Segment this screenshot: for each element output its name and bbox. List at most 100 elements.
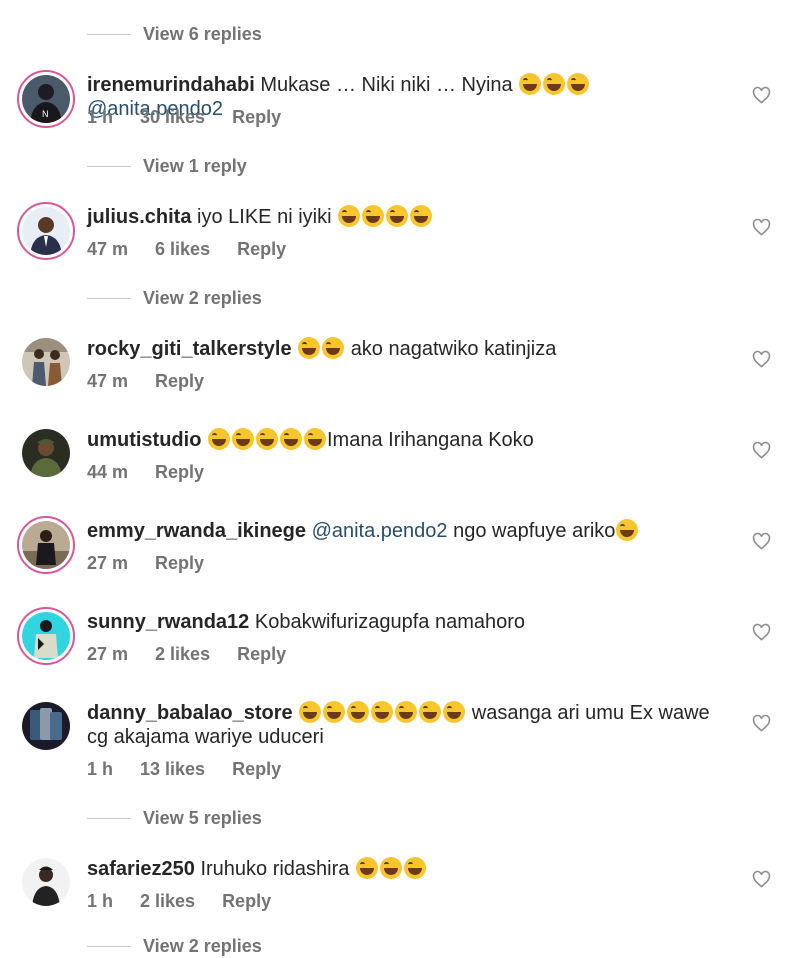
view-replies-label: View 5 replies: [143, 807, 262, 828]
laughing-emoji-icon: [338, 205, 361, 227]
laughing-emoji-icon: [371, 701, 394, 723]
avatar[interactable]: [17, 516, 75, 574]
comment-body: Iruhuko ridashira: [200, 858, 350, 880]
laughing-emoji-icon: [419, 701, 442, 723]
comment-time: 1 h: [87, 890, 114, 911]
comment-body: Imana Irihangana Koko: [327, 429, 534, 451]
comment-username[interactable]: sunny_rwanda12: [87, 611, 249, 633]
reply-button[interactable]: Reply: [237, 644, 286, 665]
laughing-emoji-icon: [355, 857, 378, 879]
reply-button[interactable]: Reply: [155, 553, 204, 574]
comment-meta: 1 h 13 likes Reply: [87, 757, 281, 781]
reply-button[interactable]: Reply: [222, 891, 271, 912]
comment-time: 1 h: [87, 758, 114, 779]
laughing-emoji-icon: [519, 73, 542, 95]
laughing-emoji-icon: [299, 701, 322, 723]
laughing-emoji-icon: [386, 205, 409, 227]
reply-button[interactable]: Reply: [232, 107, 281, 128]
comment-meta: 44 m Reply: [87, 460, 204, 484]
heart-icon[interactable]: [752, 86, 771, 105]
comment-time: 44 m: [87, 461, 129, 482]
comment-time: 47 m: [87, 370, 129, 391]
comment-text: emmy_rwanda_ikinege @anita.pendo2 ngo wa…: [87, 519, 727, 543]
view-replies-label: View 1 reply: [143, 155, 247, 176]
comment-meta: 47 m 6 likes Reply: [87, 237, 286, 261]
comment-body: ngo wapfuye ariko: [453, 520, 616, 542]
view-replies-button[interactable]: View 5 replies: [87, 806, 262, 830]
comment-meta: 1 h 30 likes Reply: [87, 105, 281, 129]
laughing-emoji-icon: [543, 73, 566, 95]
comment-text: danny_babalao_store wasanga ari umu Ex w…: [87, 701, 727, 749]
comment-body: ako nagatwiko katinjiza: [350, 338, 557, 360]
comment-likes[interactable]: 30 likes: [140, 107, 205, 128]
comment-username[interactable]: danny_babalao_store: [87, 702, 293, 724]
avatar[interactable]: [22, 702, 70, 750]
heart-icon[interactable]: [752, 350, 771, 369]
view-replies-button[interactable]: View 2 replies: [87, 934, 262, 958]
laughing-emoji-icon: [347, 701, 370, 723]
view-replies-label: View 2 replies: [143, 287, 262, 308]
laughing-emoji-icon: [280, 428, 302, 450]
reply-button[interactable]: Reply: [232, 759, 281, 780]
comment-body: Kobakwifurizagupfa namahoro: [254, 611, 526, 633]
reply-divider-line: [87, 33, 131, 35]
laughing-emoji-icon: [443, 701, 466, 723]
view-replies-button[interactable]: View 1 reply: [87, 154, 247, 178]
comment-username[interactable]: safariez250: [87, 858, 195, 880]
laughing-emoji-icon: [567, 73, 590, 95]
comment-username[interactable]: julius.chita: [87, 206, 191, 228]
laughing-emoji-icon: [395, 701, 418, 723]
heart-icon[interactable]: [752, 441, 771, 460]
laughing-emoji-icon: [208, 428, 230, 450]
laughing-emoji-icon: [362, 205, 385, 227]
svg-text:N: N: [42, 109, 49, 119]
laughing-emoji-icon: [304, 428, 326, 450]
comment-meta: 1 h 2 likes Reply: [87, 889, 271, 913]
comment-username[interactable]: emmy_rwanda_ikinege: [87, 520, 306, 542]
heart-icon[interactable]: [752, 714, 771, 733]
view-replies-button[interactable]: View 2 replies: [87, 286, 262, 310]
laughing-emoji-icon: [379, 857, 402, 879]
avatar[interactable]: [22, 429, 70, 477]
reply-divider-line: [87, 817, 131, 819]
laughing-emoji-icon: [616, 519, 639, 541]
laughing-emoji-icon: [410, 205, 433, 227]
reply-button[interactable]: Reply: [237, 239, 286, 260]
view-replies-label: View 6 replies: [143, 23, 262, 44]
mention-link[interactable]: @anita.pendo2: [312, 520, 448, 542]
heart-icon[interactable]: [752, 532, 771, 551]
laughing-emoji-icon: [403, 857, 426, 879]
comment-likes[interactable]: 2 likes: [140, 891, 195, 912]
avatar[interactable]: [17, 607, 75, 665]
comment-likes[interactable]: 2 likes: [155, 644, 210, 665]
comment-likes[interactable]: 6 likes: [155, 239, 210, 260]
heart-icon[interactable]: [752, 218, 771, 237]
comment-body: iyo LIKE ni iyiki: [197, 206, 332, 228]
laughing-emoji-icon: [322, 337, 345, 359]
laughing-emoji-icon: [298, 337, 321, 359]
comment-username[interactable]: rocky_giti_talkerstyle: [87, 338, 292, 360]
laughing-emoji-icon: [232, 428, 254, 450]
comment-text: umutistudio Imana Irihangana Koko: [87, 428, 727, 452]
reply-button[interactable]: Reply: [155, 462, 204, 483]
avatar[interactable]: N: [17, 70, 75, 128]
view-replies-button[interactable]: View 6 replies: [87, 22, 262, 46]
avatar[interactable]: [17, 202, 75, 260]
reply-button[interactable]: Reply: [155, 371, 204, 392]
comment-text: julius.chita iyo LIKE ni iyiki: [87, 205, 727, 229]
heart-icon[interactable]: [752, 623, 771, 642]
comment-meta: 47 m Reply: [87, 369, 204, 393]
heart-icon[interactable]: [752, 870, 771, 889]
comment-text: safariez250 Iruhuko ridashira: [87, 857, 727, 881]
comment-likes[interactable]: 13 likes: [140, 759, 205, 780]
reply-divider-line: [87, 165, 131, 167]
laughing-emoji-icon: [323, 701, 346, 723]
avatar[interactable]: [22, 338, 70, 386]
comment-username[interactable]: umutistudio: [87, 429, 201, 451]
comment-username[interactable]: irenemurindahabi: [87, 74, 255, 96]
view-replies-label: View 2 replies: [143, 935, 262, 956]
comment-time: 27 m: [87, 552, 129, 573]
comment-time: 27 m: [87, 643, 129, 664]
avatar[interactable]: [22, 858, 70, 906]
laughing-emoji-icon: [256, 428, 278, 450]
